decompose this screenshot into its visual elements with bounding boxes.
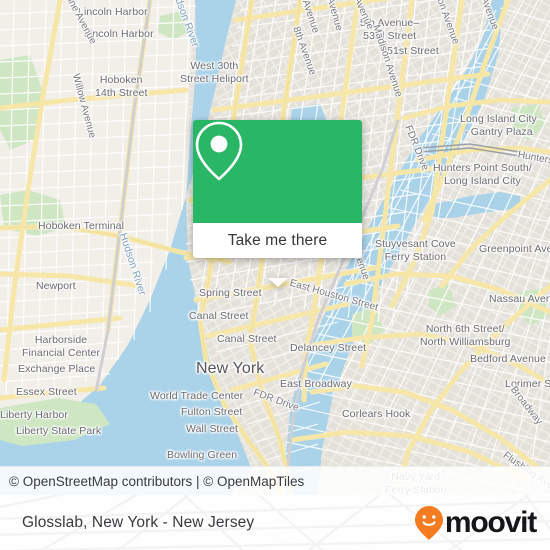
take-me-there-label: Take me there: [227, 231, 328, 249]
moovit-wordmark: moovit: [444, 505, 537, 539]
page-title: Glosslab, New York - New Jersey: [22, 513, 255, 531]
map-pin-icon: [195, 121, 243, 181]
map-screenshot: Lincoln Harbor Lincoln Harbor Hoboken 14th …: [0, 0, 550, 550]
attribution-text: © OpenStreetMap contributors | © OpenMap…: [9, 474, 305, 489]
moovit-logo[interactable]: moovit: [414, 505, 537, 541]
map-callout[interactable]: Take me there: [193, 120, 362, 287]
moovit-pin-icon: [414, 505, 443, 540]
map-attribution-bar[interactable]: © OpenStreetMap contributors | © OpenMap…: [0, 466, 550, 495]
callout-image-area: [193, 120, 362, 223]
callout-pointer: [267, 278, 288, 287]
map-canvas[interactable]: Lincoln Harbor Lincoln Harbor Hoboken 14th …: [0, 0, 550, 495]
callout-action-bar[interactable]: Take me there: [193, 223, 362, 258]
footer-bar: Glosslab, New York - New Jersey moovit: [0, 495, 550, 550]
